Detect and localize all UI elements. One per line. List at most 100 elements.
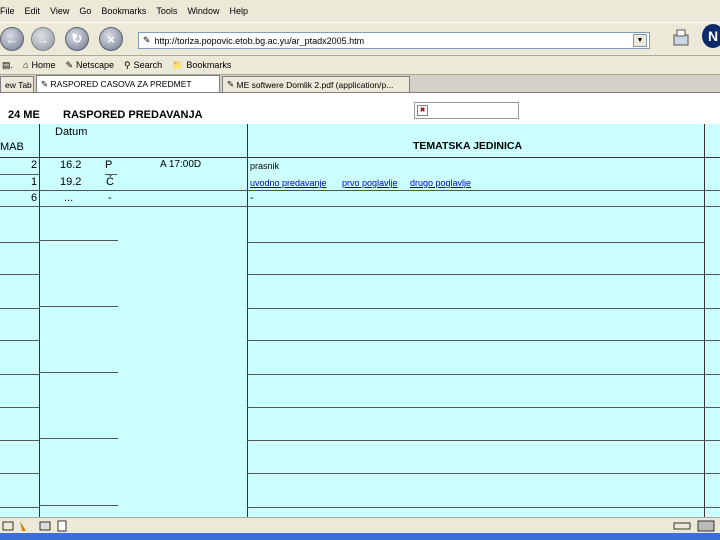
tab-pdf[interactable]: ✎ ME softwere Domlik 2.pdf (application/… — [222, 76, 410, 92]
search-link[interactable]: ⚲ Search — [124, 60, 162, 71]
row-divider — [0, 190, 720, 191]
row-divider — [0, 473, 39, 474]
netscape-link[interactable]: ✎ Netscape — [65, 60, 114, 71]
row-divider — [0, 440, 39, 441]
row-2-day: Č — [106, 176, 114, 188]
url-dropdown-icon[interactable]: ▼ — [633, 34, 647, 47]
row-divider — [247, 242, 704, 243]
row-1-time: A 17:00D — [160, 159, 202, 170]
bookmarks-toolbar: ▤. ⌂ Home ✎ Netscape ⚲ Search 📁 Bookmarks — [0, 56, 720, 75]
image-placeholder: ✖ — [414, 102, 519, 119]
row-3-topic: - — [250, 192, 254, 204]
row-divider — [0, 242, 39, 243]
back-arrow-icon: ← — [5, 31, 19, 47]
reload-icon: ↻ — [71, 31, 83, 46]
row-1-topic: prasnik — [250, 161, 280, 171]
row-divider — [247, 473, 720, 474]
link-uvodno-predavanje[interactable]: uvodno predavanje — [250, 178, 327, 188]
header-divider — [0, 157, 720, 158]
header-datum: Datum — [55, 126, 88, 138]
url-input[interactable] — [154, 35, 633, 46]
row-divider — [39, 505, 118, 506]
page-icon: ✎ — [227, 79, 237, 89]
link-prvo-poglavlje[interactable]: prvo poglavlje — [342, 178, 398, 188]
schedule-table: MAB Datum TEMATSKA JEDINICA 2 1 6.2 P A 1… — [0, 124, 720, 517]
row-divider — [39, 240, 118, 241]
status-icons — [2, 520, 67, 532]
row-divider — [0, 407, 39, 408]
menu-help[interactable]: Help — [229, 6, 248, 16]
row-divider — [247, 274, 720, 275]
tab-bar: ew Tab ✎ RASPORED CASOVA ZA PREDMET ✎ ME… — [0, 75, 720, 93]
row-divider — [247, 507, 720, 508]
bookmarks-link[interactable]: 📁 Bookmarks — [172, 60, 231, 71]
row-3-day: - — [108, 192, 112, 204]
broken-image-icon: ✖ — [417, 105, 428, 116]
search-icon: ⚲ — [124, 59, 131, 70]
navigation-toolbar: ← → ↻ × ✎ ▼ — [0, 22, 720, 56]
forward-arrow-icon: → — [36, 31, 50, 47]
netscape-icon: ✎ — [65, 59, 74, 70]
home-link[interactable]: ⌂ Home — [23, 60, 55, 70]
menu-view[interactable]: View — [50, 6, 69, 16]
row-divider — [247, 440, 720, 441]
menu-go[interactable]: Go — [79, 6, 91, 16]
row-divider — [247, 407, 720, 408]
row-divider — [247, 308, 720, 309]
row-divider — [0, 507, 39, 508]
row-1-day: P — [105, 159, 113, 171]
bookmarks-folder-icon: 📁 — [172, 59, 184, 70]
row-divider — [247, 374, 720, 375]
page-header: 24 ME RASPORED PREDAVANJA ✖ — [0, 93, 720, 124]
page-icon: ✎ — [143, 35, 151, 45]
row-divider — [0, 374, 39, 375]
status-bar — [0, 517, 720, 533]
row-divider — [0, 174, 39, 175]
header-tematska-jedinica: TEMATSKA JEDINICA — [413, 140, 523, 152]
page-title: RASPORED PREDAVANJA — [63, 109, 203, 121]
row-2-date: 19.2 — [60, 176, 82, 188]
row-divider — [39, 372, 118, 373]
menu-bookmarks[interactable]: Bookmarks — [101, 6, 146, 16]
column-divider — [704, 124, 705, 517]
row-divider — [0, 308, 39, 309]
link-drugo-poglavlje[interactable]: drugo poglavlje — [410, 178, 471, 188]
stop-button[interactable]: × — [99, 27, 123, 51]
addressbook-icon — [39, 521, 51, 531]
reload-button[interactable]: ↻ — [65, 27, 89, 51]
security-icons — [673, 520, 715, 532]
row-1-date: 16.2 — [60, 159, 82, 171]
menu-edit[interactable]: Edit — [25, 6, 41, 16]
netscape-throbber-icon[interactable]: N — [702, 24, 720, 48]
forward-button[interactable]: → — [31, 27, 55, 51]
row-divider — [0, 274, 39, 275]
tab-grip-icon: ▤. — [2, 59, 14, 70]
row-1-num: 2 — [31, 159, 38, 171]
row-divider — [39, 438, 118, 439]
header-mab: MAB — [0, 141, 24, 153]
menu-tools[interactable]: Tools — [156, 6, 177, 16]
mail-icon — [2, 521, 14, 531]
online-status-icon — [673, 522, 691, 530]
row-2-num: 1 — [31, 176, 38, 188]
row-3-num: 6 — [31, 192, 38, 204]
row-divider — [0, 206, 720, 207]
menu-file[interactable]: File — [0, 6, 15, 16]
back-button[interactable]: ← — [0, 27, 24, 51]
column-divider — [39, 124, 40, 517]
menu-window[interactable]: Window — [187, 6, 219, 16]
row-3-date: ... — [64, 192, 74, 204]
row-divider — [0, 340, 39, 341]
row-divider — [247, 340, 720, 341]
chat-icon — [57, 520, 67, 532]
composer-icon — [20, 521, 26, 531]
column-divider — [247, 124, 248, 517]
address-bar[interactable]: ✎ ▼ — [138, 32, 650, 49]
menu-bar: File Edit View Go Bookmarks Tools Window… — [0, 0, 720, 22]
row-divider — [39, 306, 118, 307]
tab-new[interactable]: ew Tab — [0, 76, 34, 92]
windows-taskbar — [0, 533, 720, 540]
row-divider — [105, 174, 117, 175]
course-code: 24 ME — [8, 109, 40, 121]
tab-raspored[interactable]: ✎ RASPORED CASOVA ZA PREDMET — [36, 75, 220, 92]
